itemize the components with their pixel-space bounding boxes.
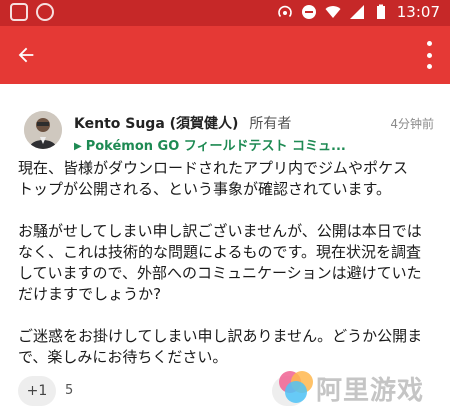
post-header: Kento Suga (須賀健人) 所有者 4分钟前 ▶ Pokémon GO フ… <box>0 105 450 155</box>
app-bar <box>0 26 450 84</box>
community-link[interactable]: ▶ Pokémon GO フィールドテスト コミュ... <box>74 135 432 154</box>
avatar[interactable] <box>24 111 62 149</box>
android-icon <box>36 3 54 21</box>
back-button[interactable] <box>10 39 42 71</box>
owner-tag: 所有者 <box>249 116 292 132</box>
hotspot-icon <box>277 5 292 18</box>
wifi-icon <box>325 6 341 18</box>
post-paragraph: お騒がせしてしまい申し訳ございませんが、公開は本日では なく、これは技術的な問題… <box>18 222 422 303</box>
more-options-button[interactable] <box>422 41 436 69</box>
post-paragraph: 現在、皆様がダウンロードされたアプリ内でジムやポケス トップが公開される、という… <box>18 159 409 198</box>
status-time: 13:07 <box>396 3 440 21</box>
plus-one-count: 5 <box>65 383 74 398</box>
watermark-text: 阿里游戏 <box>316 376 425 406</box>
signal-icon <box>349 5 364 19</box>
watermark: 阿里游戏 <box>272 360 450 414</box>
battery-icon <box>376 4 385 19</box>
watermark-logo-icon <box>279 371 313 403</box>
more-vert-icon <box>426 41 432 46</box>
notification-icon <box>10 3 28 21</box>
back-arrow-icon <box>18 47 34 63</box>
post-time: 4分钟前 <box>390 117 434 131</box>
status-bar: 13:07 <box>0 0 450 26</box>
author-name[interactable]: Kento Suga (須賀健人) <box>74 116 238 132</box>
plus-one-button[interactable]: +1 <box>18 376 56 406</box>
play-arrow-icon: ▶ <box>74 141 82 152</box>
do-not-disturb-icon <box>301 5 316 19</box>
post-body: 現在、皆様がダウンロードされたアプリ内でジムやポケス トップが公開される、という… <box>18 158 438 389</box>
community-name: Pokémon GO フィールドテスト コミュ... <box>85 139 346 154</box>
